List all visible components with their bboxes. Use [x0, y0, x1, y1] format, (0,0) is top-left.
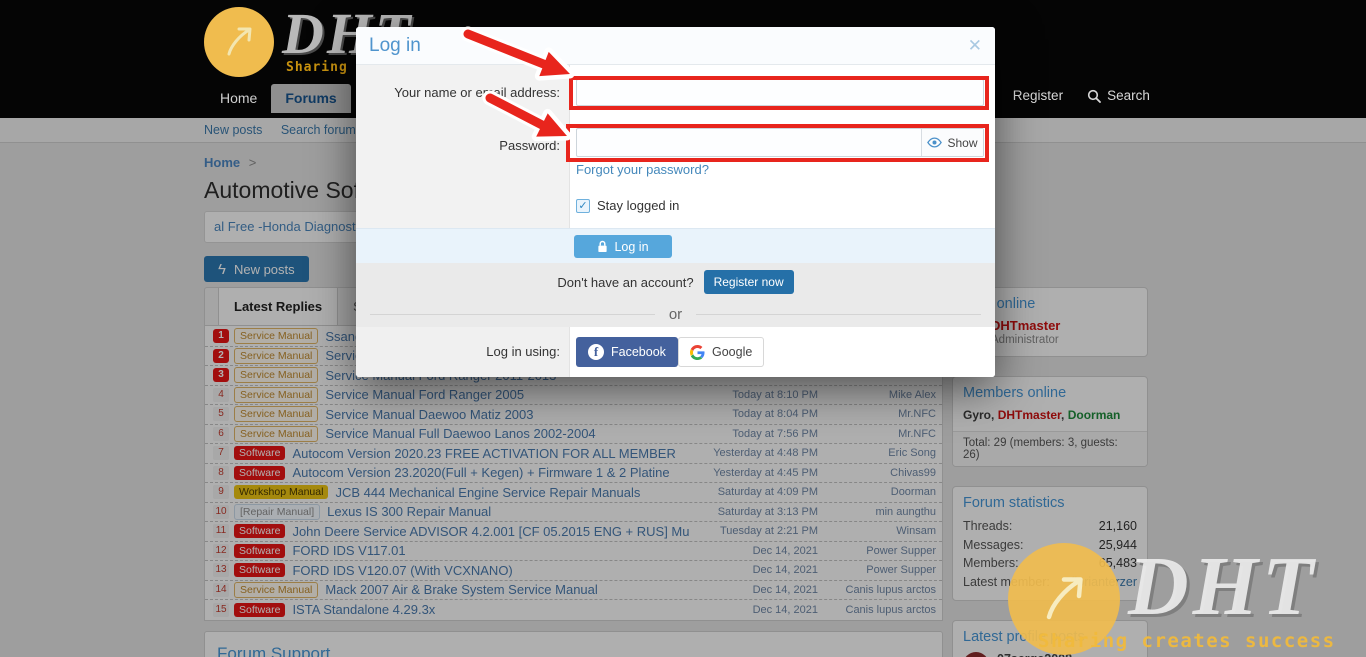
google-label: Google: [712, 345, 752, 359]
arrow-up-right-icon: [1031, 566, 1097, 632]
search-label: Search: [1107, 88, 1150, 103]
show-password-button[interactable]: Show: [921, 129, 983, 156]
login-using-label: Log in using:: [356, 344, 560, 359]
login-submit-label: Log in: [614, 240, 648, 254]
arrow-up-right-icon: [217, 20, 261, 64]
watermark-brand: DHT: [1128, 538, 1317, 635]
show-label: Show: [947, 136, 977, 150]
google-icon: [690, 345, 705, 360]
username-input[interactable]: [576, 79, 984, 106]
or-divider: or: [356, 301, 995, 327]
register-link[interactable]: Register: [1013, 88, 1063, 103]
password-group: Show: [576, 128, 984, 157]
username-label: Your name or email address:: [356, 85, 560, 100]
site-logo[interactable]: [204, 7, 274, 77]
register-band: Don't have an account? Register now: [356, 263, 995, 301]
modal-title: Log in: [369, 35, 421, 57]
close-icon[interactable]: [968, 36, 982, 56]
facebook-label: Facebook: [611, 345, 666, 359]
nav-item-forums[interactable]: Forums: [271, 84, 350, 113]
watermark-tagline: Sharing creates success: [1038, 630, 1336, 652]
page: DHT Sharing creates success Home Forums …: [0, 0, 1366, 657]
modal-body: Your name or email address: Password: Sh…: [356, 65, 995, 228]
login-button-band: Log in: [356, 228, 995, 263]
lock-icon: [597, 240, 608, 253]
password-input[interactable]: [577, 129, 921, 156]
stay-logged-in-checkbox[interactable]: [576, 199, 590, 213]
search-link[interactable]: Search: [1087, 88, 1150, 103]
divider-line: [696, 314, 981, 315]
forgot-password-link[interactable]: Forgot your password?: [576, 162, 709, 177]
facebook-icon: f: [588, 344, 604, 360]
eye-icon: [927, 137, 942, 148]
search-icon: [1087, 89, 1101, 103]
divider-line: [370, 314, 655, 315]
register-now-button[interactable]: Register now: [704, 270, 794, 294]
facebook-login-button[interactable]: f Facebook: [576, 337, 678, 367]
nav-item-home[interactable]: Home: [206, 84, 271, 113]
password-label: Password:: [356, 138, 560, 153]
google-login-button[interactable]: Google: [678, 337, 764, 367]
stay-logged-in-row: Stay logged in: [576, 198, 679, 213]
login-modal: Log in Your name or email address: Passw…: [356, 27, 995, 377]
login-submit-button[interactable]: Log in: [574, 235, 672, 258]
or-label: or: [655, 306, 696, 323]
modal-header: Log in: [356, 27, 995, 65]
no-account-text: Don't have an account?: [557, 275, 693, 290]
social-login-band: Log in using: f Facebook Google: [356, 327, 995, 377]
stay-logged-in-label: Stay logged in: [597, 198, 679, 213]
